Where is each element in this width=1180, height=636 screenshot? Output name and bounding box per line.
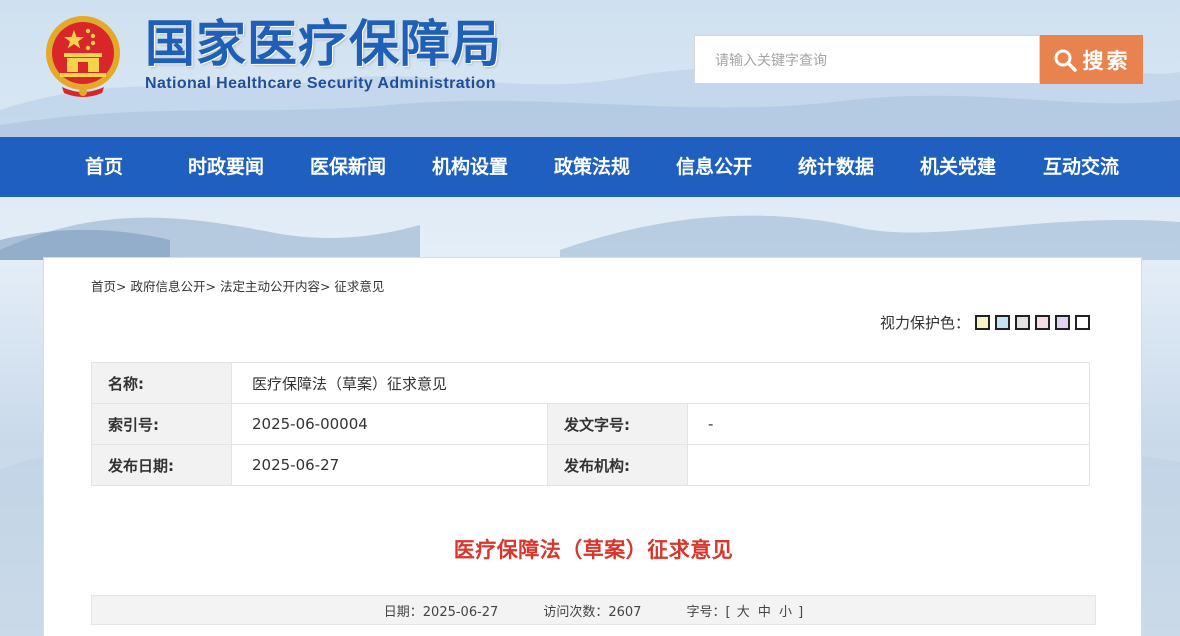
- breadcrumb-consultation[interactable]: 征求意见: [334, 279, 384, 294]
- meta-org-value: [687, 444, 1090, 486]
- meta-index-label: 索引号:: [91, 403, 232, 445]
- article-title: 医疗保障法（草案）征求意见: [453, 538, 734, 562]
- table-row: 索引号: 2025-06-00004 发文字号: -: [91, 403, 1090, 445]
- article-date-label: 日期：: [383, 604, 423, 620]
- eye-care-swatch-purple[interactable]: [1055, 315, 1071, 330]
- nav-item-statistics[interactable]: 统计数据: [798, 137, 874, 197]
- article-date: 日期：2025-06-27: [384, 601, 499, 620]
- eye-care-swatch-pink[interactable]: [1035, 315, 1051, 330]
- site-logo-chinese: 国家医疗保障局: [145, 14, 502, 73]
- main-navigation: 首页 时政要闻 医保新闻 机构设置 政策法规 信息公开 统计数据 机关党建 互动…: [0, 137, 1180, 197]
- nav-item-insurance-news[interactable]: 医保新闻: [310, 137, 386, 197]
- breadcrumb-home[interactable]: 首页: [91, 279, 116, 294]
- nav-item-party-building[interactable]: 机关党建: [920, 137, 996, 197]
- search-button-label: 搜索: [1082, 48, 1131, 73]
- eye-care-swatch-blue[interactable]: [995, 315, 1011, 330]
- national-emblem-icon: [46, 16, 120, 97]
- article-visits-value: 2607: [608, 604, 642, 620]
- meta-doc-no-value: -: [687, 403, 1090, 445]
- article-date-value: 2025-06-27: [422, 604, 499, 620]
- nav-item-interaction[interactable]: 互动交流: [1043, 137, 1119, 197]
- breadcrumb-separator: >: [205, 279, 220, 294]
- breadcrumb-separator: >: [116, 279, 131, 294]
- search-input[interactable]: [694, 35, 1040, 84]
- article-visits: 访问次数：2607: [543, 601, 641, 620]
- document-metadata-table: 名称: 医疗保障法（草案）征求意见 索引号: 2025-06-00004 发文字…: [91, 362, 1090, 486]
- site-logo-english: National Healthcare Security Administrat…: [145, 75, 496, 92]
- site-header: 国家医疗保障局 National Healthcare Security Adm…: [0, 0, 1180, 137]
- breadcrumb-statutory-content[interactable]: 法定主动公开内容: [220, 279, 320, 294]
- font-size-label: 字号：: [686, 604, 726, 620]
- nav-item-policies[interactable]: 政策法规: [554, 137, 630, 197]
- article-visits-label: 访问次数：: [543, 604, 609, 620]
- search-icon: [1054, 49, 1077, 72]
- meta-name-value: 医疗保障法（草案）征求意见: [231, 362, 1090, 404]
- eye-care-swatch-gray[interactable]: [1015, 315, 1031, 330]
- nav-item-information-disclosure[interactable]: 信息公开: [676, 137, 752, 197]
- meta-doc-no-label: 发文字号:: [547, 403, 688, 445]
- eye-care-swatch-white[interactable]: [1075, 315, 1091, 330]
- nav-item-home[interactable]: 首页: [85, 137, 123, 197]
- font-size-control: 字号：[ 大 中 小 ]: [686, 604, 804, 620]
- font-size-small[interactable]: 小: [777, 605, 794, 620]
- eye-care-color-picker: 视力保护色：: [880, 312, 1091, 333]
- font-size-large[interactable]: 大: [735, 605, 752, 620]
- content-panel: 首页> 政府信息公开> 法定主动公开内容> 征求意见 视力保护色： 名称: 医疗…: [43, 257, 1142, 636]
- meta-org-label: 发布机构:: [547, 444, 688, 486]
- breadcrumb-separator: >: [319, 279, 335, 294]
- table-row: 发布日期: 2025-06-27 发布机构:: [91, 444, 1090, 486]
- search-button[interactable]: 搜索: [1040, 35, 1143, 84]
- nav-item-current-affairs[interactable]: 时政要闻: [188, 137, 264, 197]
- meta-date-value: 2025-06-27: [231, 444, 548, 486]
- article-info-bar: 日期：2025-06-27 访问次数：2607 字号：[ 大 中 小 ]: [91, 595, 1096, 625]
- meta-date-label: 发布日期:: [91, 444, 232, 486]
- eye-care-label: 视力保护色：: [880, 314, 971, 332]
- eye-care-swatch-yellow[interactable]: [975, 315, 991, 330]
- meta-name-label: 名称:: [91, 362, 232, 404]
- breadcrumb: 首页> 政府信息公开> 法定主动公开内容> 征求意见: [91, 276, 384, 295]
- meta-index-value: 2025-06-00004: [231, 403, 548, 445]
- breadcrumb-gov-info[interactable]: 政府信息公开: [130, 279, 205, 294]
- table-row: 名称: 医疗保障法（草案）征求意见: [91, 362, 1090, 404]
- font-size-medium[interactable]: 中: [756, 605, 773, 620]
- nav-item-organization[interactable]: 机构设置: [432, 137, 508, 197]
